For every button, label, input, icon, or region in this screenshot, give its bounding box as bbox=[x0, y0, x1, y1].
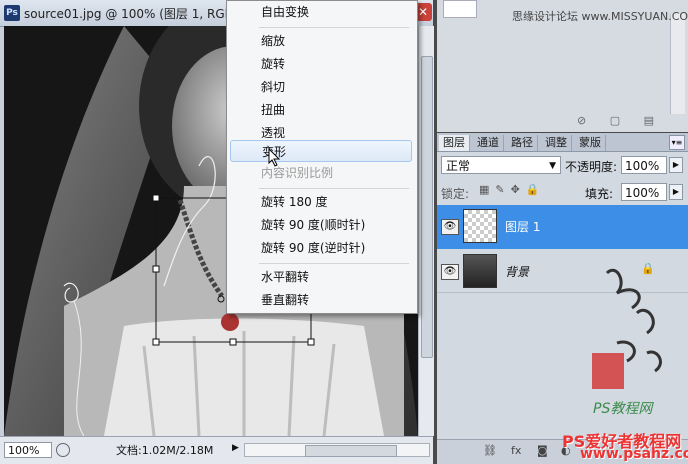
menu-item-distort[interactable]: 扭曲 bbox=[230, 99, 410, 121]
calligraphy-seal-watermark bbox=[592, 269, 662, 389]
transform-context-menu: 自由变换 缩放 旋转 斜切 扭曲 透视 变形 内容识别比例 旋转 180 度 旋… bbox=[226, 0, 418, 314]
menu-item-scale[interactable]: 缩放 bbox=[230, 30, 410, 52]
layer-name: 背景 bbox=[505, 265, 530, 279]
tab-layers[interactable]: 图层 bbox=[439, 135, 470, 151]
menu-item-flip-horizontal[interactable]: 水平翻转 bbox=[230, 266, 410, 288]
menu-separator bbox=[259, 263, 409, 264]
photoshop-icon: Ps bbox=[4, 5, 20, 21]
menu-item-content-aware-scale: 内容识别比例 bbox=[261, 166, 334, 180]
menu-item-flip-vertical[interactable]: 垂直翻转 bbox=[230, 289, 410, 311]
document-info: 文档:1.02M/2.18M bbox=[116, 444, 214, 457]
panel-scrollbar[interactable] bbox=[670, 14, 685, 114]
ps-course-watermark: PS教程网 bbox=[593, 401, 653, 417]
lock-options-icons[interactable]: ▦✎✥🔒 bbox=[479, 183, 546, 196]
menu-item-skew[interactable]: 斜切 bbox=[230, 76, 410, 98]
layer-row-layer1[interactable]: 👁 图层 1 bbox=[437, 205, 688, 249]
menu-item-rotate-180[interactable]: 旋转 180 度 bbox=[230, 191, 410, 213]
menu-item-rotate-90-cw[interactable]: 旋转 90 度(顺时针) bbox=[230, 214, 410, 236]
chevron-down-icon: ▼ bbox=[549, 161, 556, 171]
fill-field[interactable]: 100% bbox=[621, 183, 667, 201]
visibility-eye-icon[interactable]: 👁 bbox=[441, 264, 459, 280]
panel-tabs: 图层 通道 路径 调整 蒙版 ▾≡ bbox=[437, 133, 688, 152]
tab-paths[interactable]: 路径 bbox=[507, 135, 538, 151]
opacity-field[interactable]: 100% bbox=[621, 156, 667, 174]
mouse-cursor-icon bbox=[268, 148, 281, 167]
scroll-thumb[interactable] bbox=[305, 445, 397, 457]
opacity-arrow-icon[interactable]: ▶ bbox=[669, 157, 683, 173]
horizontal-scrollbar[interactable] bbox=[244, 443, 430, 457]
zoom-field[interactable]: 100% bbox=[4, 442, 52, 458]
menu-separator bbox=[259, 188, 409, 189]
layer-style-icon[interactable]: fx bbox=[511, 444, 521, 457]
link-layers-icon[interactable]: ⛓ bbox=[483, 444, 497, 457]
scroll-thumb[interactable] bbox=[421, 56, 433, 358]
menu-item-rotate-90-ccw[interactable]: 旋转 90 度(逆时针) bbox=[230, 237, 410, 259]
menu-separator bbox=[259, 27, 409, 28]
document-title: source01.jpg @ 100% (图层 1, RGB/8 bbox=[24, 7, 245, 21]
layer-thumbnail bbox=[463, 209, 497, 243]
opacity-label: 不透明度: bbox=[565, 160, 618, 174]
site-watermark-url: www.psahz.com bbox=[580, 446, 688, 462]
visibility-eye-icon[interactable]: 👁 bbox=[441, 219, 459, 235]
layer-name: 图层 1 bbox=[505, 220, 541, 234]
panel-menu-icon[interactable]: ▾≡ bbox=[669, 135, 685, 150]
add-mask-icon[interactable]: ◙ bbox=[537, 444, 548, 457]
layers-panel: 图层 通道 路径 调整 蒙版 ▾≡ 正常 ▼ 不透明度: 100% ▶ 锁定: ▦… bbox=[437, 133, 688, 464]
panel-preview-swatch bbox=[443, 0, 477, 18]
menu-item-rotate[interactable]: 旋转 bbox=[230, 53, 410, 75]
menu-item-warp[interactable]: 变形 bbox=[230, 140, 412, 162]
vertical-scrollbar[interactable] bbox=[418, 26, 434, 436]
tab-adjustments[interactable]: 调整 bbox=[541, 135, 572, 151]
fill-arrow-icon[interactable]: ▶ bbox=[669, 184, 683, 200]
blend-mode-value: 正常 bbox=[446, 159, 471, 173]
menu-item-free-transform[interactable]: 自由变换 bbox=[230, 1, 410, 23]
blend-mode-select[interactable]: 正常 ▼ bbox=[441, 156, 561, 174]
site-watermark-top: 思缘设计论坛 www.MISSYUAN.COM bbox=[512, 10, 688, 23]
tab-masks[interactable]: 蒙版 bbox=[575, 135, 606, 151]
fill-label: 填充: bbox=[585, 187, 614, 201]
panel-bottom-icons[interactable]: ⊘ ▢ ▤ bbox=[577, 114, 664, 127]
status-menu-arrow-icon[interactable]: ▶ bbox=[232, 443, 239, 453]
status-bar: 100% 文档:1.02M/2.18M ▶ bbox=[0, 436, 433, 464]
layer-thumbnail bbox=[463, 254, 497, 288]
tab-channels[interactable]: 通道 bbox=[473, 135, 504, 151]
status-info-icon[interactable] bbox=[56, 443, 70, 457]
lock-label: 锁定: bbox=[441, 187, 470, 201]
